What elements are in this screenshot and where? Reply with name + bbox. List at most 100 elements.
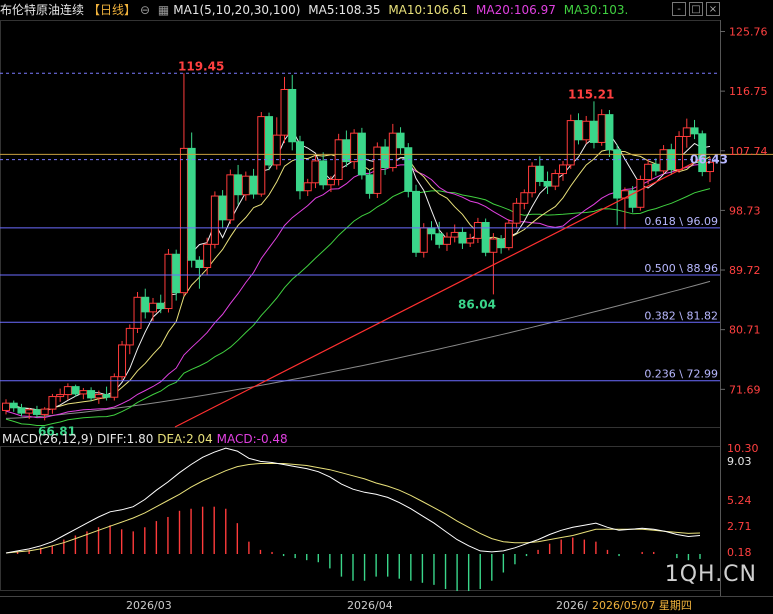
maximize-button[interactable]: □ (689, 2, 703, 16)
minimize-button[interactable]: - (672, 2, 686, 16)
candle-body (388, 132, 397, 169)
candle-body (288, 88, 297, 143)
candle-body (543, 180, 552, 187)
candle-body (303, 182, 312, 192)
candle-body (559, 164, 568, 175)
candle-body (675, 135, 684, 171)
chart-header: 布伦特原油连续 【日线】 ⊖ ▦ MA1(5,10,20,30,100) MA5:10… (0, 0, 720, 20)
candle-body (295, 141, 304, 192)
candle-body (512, 202, 521, 224)
candle-body (582, 120, 591, 141)
candle-body (148, 302, 157, 313)
macd-tick-label: 5.24 (727, 494, 752, 507)
candle-body (466, 237, 475, 244)
candle-body (342, 139, 351, 163)
candle-body (71, 386, 80, 395)
close-button[interactable]: × (706, 2, 720, 16)
candle-body (280, 88, 289, 136)
macd-panel-border (0, 446, 721, 591)
candle-body (32, 409, 41, 415)
candle-body (497, 238, 506, 249)
ma-settings-label[interactable]: MA1(5,10,20,30,100) (173, 3, 300, 17)
candle-body (551, 173, 560, 187)
macd-panel (5, 447, 701, 592)
candle-body (210, 195, 219, 245)
macd-tick-label: 0.18 (727, 546, 752, 559)
candle-body (156, 302, 165, 310)
candle-body (435, 233, 444, 245)
ma10-line (5, 148, 711, 411)
candle-body (412, 190, 421, 253)
period-selector[interactable]: 【日线】 (88, 3, 136, 17)
candle-body (257, 116, 266, 195)
candle-body (636, 178, 645, 208)
candle-body (396, 132, 405, 149)
candle-body (110, 376, 119, 398)
price-annotation: 115.21 (568, 87, 614, 101)
candle-body (458, 231, 467, 244)
trend-line (174, 156, 706, 428)
candle-body (442, 236, 451, 245)
candle-body (87, 390, 96, 399)
candle-body (381, 146, 390, 169)
candle-body (40, 408, 49, 415)
circle-minus-icon[interactable]: ⊖ (140, 3, 150, 17)
price-annotation: 86.04 (458, 297, 496, 311)
candle-body (520, 192, 529, 204)
price-tick-label: 71.69 (729, 383, 761, 396)
price-tick-label: 125.76 (729, 26, 768, 39)
candle-body (141, 296, 150, 313)
candle-body (17, 407, 26, 414)
macd-diff-label: MACD(26,12,9) DIFF:1.80 (2, 432, 154, 446)
candle-body (450, 231, 459, 238)
fib-level-label: 0.382 \ 81.82 (644, 309, 718, 322)
fib-level-label: 0.236 \ 72.99 (644, 368, 718, 381)
candle-body (226, 174, 235, 221)
candle-body (566, 120, 575, 166)
candle-body (311, 160, 320, 184)
candle-body (63, 386, 72, 396)
macd-value-label: MACD:-0.48 (216, 432, 288, 446)
date-axis-label: 2026/03 (126, 599, 172, 612)
fib-level-label: 0.500 \ 88.96 (644, 262, 718, 275)
macd-dea-label: DEA:2.04 (157, 432, 213, 446)
price-tick-label: 89.72 (729, 264, 761, 277)
candle-body (326, 178, 335, 186)
price-annotation: 06.43 (690, 152, 728, 166)
candle-body (574, 120, 583, 141)
square-grid-icon[interactable]: ▦ (158, 3, 169, 17)
ma20-value: MA20:106.97 (476, 3, 556, 17)
candle-body (164, 253, 173, 310)
candle-body (195, 259, 204, 269)
candle-body (25, 409, 34, 414)
watermark-logo: 1QH.CN (664, 562, 757, 587)
candle-body (203, 243, 212, 269)
price-tick-label: 116.75 (729, 85, 768, 98)
candle-body (597, 114, 606, 143)
candle-body (187, 147, 196, 261)
ma100-line (5, 280, 711, 419)
price-annotation: 119.45 (178, 59, 224, 73)
candle-body (682, 127, 691, 137)
ma5-value: MA5:108.35 (308, 3, 381, 17)
candle-body (589, 120, 598, 143)
candle-body (265, 116, 274, 166)
candle-body (319, 160, 328, 186)
candle-body (659, 149, 668, 172)
candle-body (350, 132, 359, 163)
candle-body (535, 165, 544, 182)
chart-canvas: 0.618 \ 96.09 0.500 \ 88.96 0.382 \ 81.82 0… (0, 20, 773, 612)
candle-body (249, 175, 258, 195)
candle-body (234, 174, 243, 196)
candle-body (56, 394, 65, 398)
candle-body (613, 149, 622, 199)
candle-body (241, 175, 250, 196)
candle-body (528, 165, 537, 194)
cursor-date-label: 2026/05/07 星期四 (592, 599, 692, 612)
candle-body (48, 396, 57, 410)
price-tick-label: 107.74 (729, 145, 768, 158)
candle-body (504, 222, 513, 249)
macd-tick-label: 9.03 (727, 455, 752, 468)
candle-body (365, 174, 374, 194)
macd-header: MACD(26,12,9) DIFF:1.80 DEA:2.04 MACD:-0… (2, 432, 288, 446)
